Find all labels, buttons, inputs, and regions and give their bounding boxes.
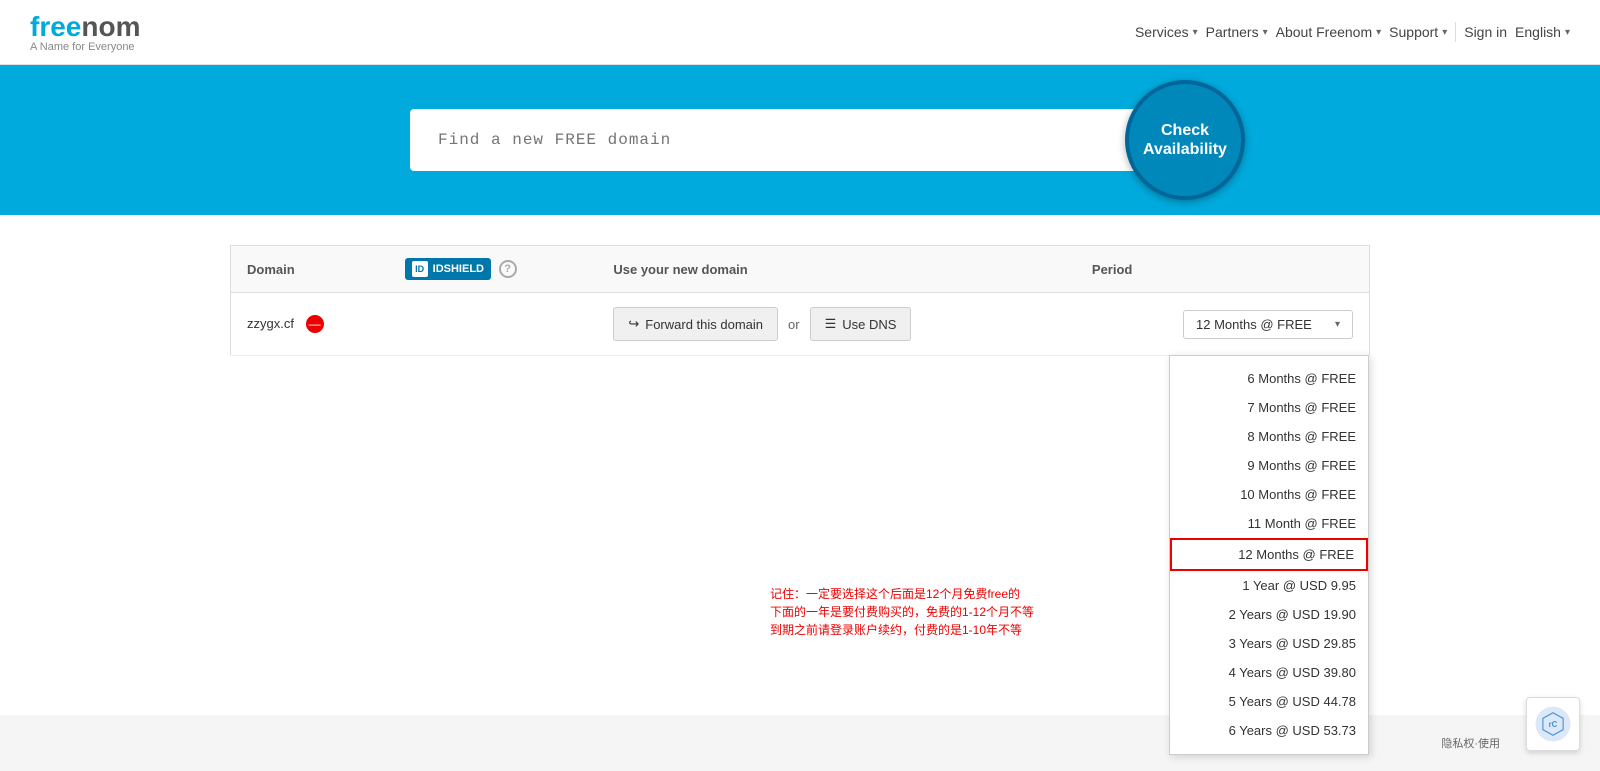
domain-cell: zzygx.cf —	[231, 293, 389, 356]
period-cell: 12 Months @ FREE ▾ 3 Months @ FREE4 Mont…	[1076, 293, 1370, 356]
idshield-cell	[389, 293, 598, 356]
nav-item-services[interactable]: Services ▾	[1135, 24, 1198, 40]
col-use-domain: Use your new domain	[597, 246, 1076, 293]
privacy-link[interactable]: 隐私权·使用	[1441, 735, 1500, 751]
main-content: Domain ID IDSHIELD ? Use your new domain…	[0, 215, 1600, 715]
domain-name: zzygx.cf	[247, 316, 294, 331]
idshield-help-icon[interactable]: ?	[499, 260, 517, 278]
services-arrow-icon: ▾	[1193, 27, 1198, 38]
dropdown-item[interactable]: 3 Years @ USD 29.85	[1170, 629, 1368, 658]
logo-free-text: free	[30, 11, 81, 42]
check-availability-button[interactable]: Check Availability	[1125, 80, 1245, 200]
dropdown-item[interactable]: 9 Months @ FREE	[1170, 451, 1368, 480]
dropdown-item[interactable]: 6 Years @ USD 53.73	[1170, 716, 1368, 745]
signin-link[interactable]: Sign in	[1464, 24, 1507, 40]
header-nav: Services ▾ Partners ▾ About Freenom ▾ Su…	[1135, 22, 1570, 42]
about-arrow-icon: ▾	[1376, 27, 1381, 38]
period-dropdown-arrow-icon: ▾	[1335, 319, 1340, 330]
forward-icon: ↪	[628, 316, 639, 332]
logo-tagline: A Name for Everyone	[30, 41, 140, 53]
dropdown-item[interactable]: 6 Months @ FREE	[1170, 364, 1368, 393]
idshield-icon: ID	[412, 261, 428, 277]
search-container: Check Availability	[410, 109, 1190, 171]
period-select[interactable]: 12 Months @ FREE ▾	[1183, 310, 1353, 339]
partners-arrow-icon: ▾	[1263, 27, 1268, 38]
forward-domain-button[interactable]: ↪ Forward this domain	[613, 307, 778, 341]
use-domain-cell: ↪ Forward this domain or ☰ Use DNS	[597, 293, 1076, 356]
dropdown-item[interactable]: 7 Years @ USD 62.69	[1170, 745, 1368, 755]
dropdown-item[interactable]: 8 Months @ FREE	[1170, 422, 1368, 451]
period-dropdown-list[interactable]: 3 Months @ FREE4 Months @ FREE5 Months @…	[1169, 355, 1369, 755]
dropdown-item[interactable]: 5 Months @ FREE	[1170, 355, 1368, 364]
dropdown-item[interactable]: 11 Month @ FREE	[1170, 509, 1368, 538]
annotation-note: 记住：一定要选择这个后面是12个月免费free的下面的一年是要付费购买的，免费的…	[770, 585, 1034, 639]
recaptcha-icon: rC	[1535, 706, 1571, 742]
nav-item-about[interactable]: About Freenom ▾	[1276, 24, 1382, 40]
svg-text:rC: rC	[1549, 720, 1558, 729]
search-input[interactable]	[410, 109, 1190, 171]
dropdown-item[interactable]: 1 Year @ USD 9.95	[1170, 571, 1368, 600]
logo-area: freenom A Name for Everyone	[30, 11, 140, 53]
dropdown-item[interactable]: 10 Months @ FREE	[1170, 480, 1368, 509]
dns-icon: ☰	[825, 316, 837, 332]
logo: freenom	[30, 11, 140, 43]
hero-banner: Check Availability	[0, 65, 1600, 215]
use-dns-button[interactable]: ☰ Use DNS	[810, 307, 912, 341]
language-arrow-icon: ▾	[1565, 27, 1570, 38]
selected-period-label: 12 Months @ FREE	[1196, 317, 1312, 332]
language-selector[interactable]: English ▾	[1515, 24, 1570, 40]
table-row: zzygx.cf — ↪ Forward this domain or	[231, 293, 1370, 356]
dropdown-item[interactable]: 5 Years @ USD 44.78	[1170, 687, 1368, 716]
col-period: Period	[1076, 246, 1370, 293]
nav-item-support[interactable]: Support ▾	[1389, 24, 1447, 40]
idshield-badge: ID IDSHIELD	[405, 258, 491, 280]
dropdown-item[interactable]: 12 Months @ FREE	[1170, 538, 1368, 571]
logo-nom-text: nom	[81, 11, 140, 42]
col-domain: Domain	[231, 246, 389, 293]
col-idshield: ID IDSHIELD ?	[389, 246, 598, 293]
dropdown-item[interactable]: 2 Years @ USD 19.90	[1170, 600, 1368, 629]
header: freenom A Name for Everyone Services ▾ P…	[0, 0, 1600, 65]
or-text: or	[788, 317, 800, 332]
domain-table: Domain ID IDSHIELD ? Use your new domain…	[230, 245, 1370, 356]
nav-divider	[1455, 22, 1456, 42]
dropdown-item[interactable]: 4 Years @ USD 39.80	[1170, 658, 1368, 687]
support-arrow-icon: ▾	[1442, 27, 1447, 38]
recaptcha-badge: rC	[1526, 697, 1580, 751]
dropdown-item[interactable]: 7 Months @ FREE	[1170, 393, 1368, 422]
remove-domain-icon[interactable]: —	[306, 315, 324, 333]
nav-item-partners[interactable]: Partners ▾	[1206, 24, 1268, 40]
